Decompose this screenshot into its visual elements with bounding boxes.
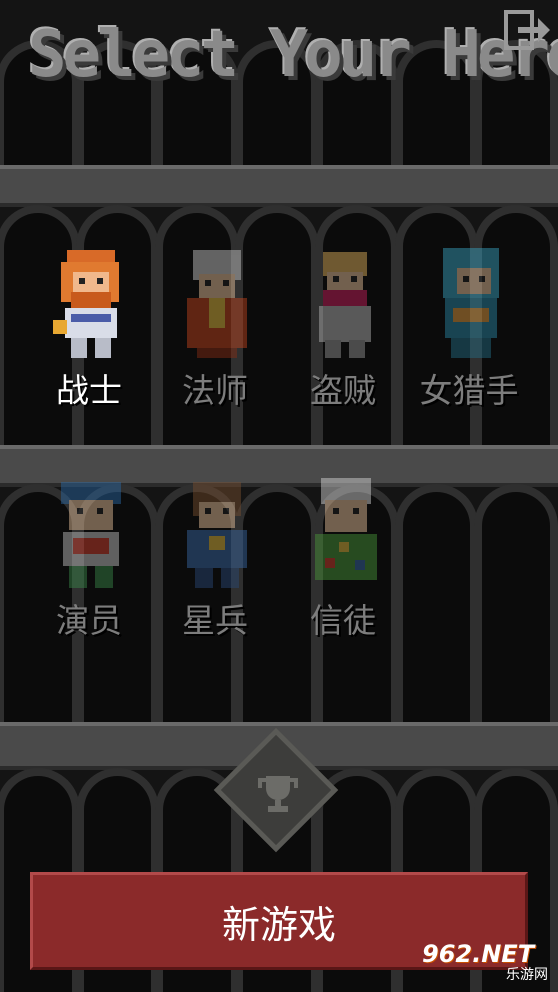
stone-ledge — [0, 165, 558, 207]
exit-icon[interactable] — [504, 10, 552, 50]
arch — [474, 484, 558, 722]
hero-star-soldier[interactable]: 星兵 — [156, 478, 274, 642]
site-watermark: 962.NET 乐游网 — [414, 940, 554, 984]
mage-sprite — [167, 248, 263, 360]
warrior-sprite — [41, 248, 137, 360]
trophy-icon — [258, 776, 298, 812]
hero-huntress[interactable]: 女猎手 — [410, 248, 528, 412]
hero-name: 战士 — [56, 371, 122, 410]
hero-name: 演员 — [56, 601, 122, 640]
arch — [394, 484, 479, 722]
believer-sprite — [295, 478, 391, 590]
star-soldier-sprite — [167, 478, 263, 590]
hero-name: 女猎手 — [419, 371, 519, 410]
huntress-sprite — [421, 248, 517, 360]
hero-name: 星兵 — [182, 601, 248, 640]
page-title: Select Your Hero — [28, 18, 558, 92]
actor-sprite — [41, 478, 137, 590]
rogue-sprite — [295, 248, 391, 360]
hero-believer[interactable]: 信徒 — [284, 478, 402, 642]
hero-name: 法师 — [182, 371, 248, 410]
watermark-sub: 乐游网 — [506, 967, 548, 983]
hero-mage[interactable]: 法师 — [156, 248, 274, 412]
hero-name: 盗贼 — [310, 371, 376, 410]
hero-rogue[interactable]: 盗贼 — [284, 248, 402, 412]
hero-actor[interactable]: 演员 — [30, 478, 148, 642]
hero-name: 信徒 — [310, 601, 376, 640]
hero-warrior[interactable]: 战士 — [30, 248, 148, 412]
